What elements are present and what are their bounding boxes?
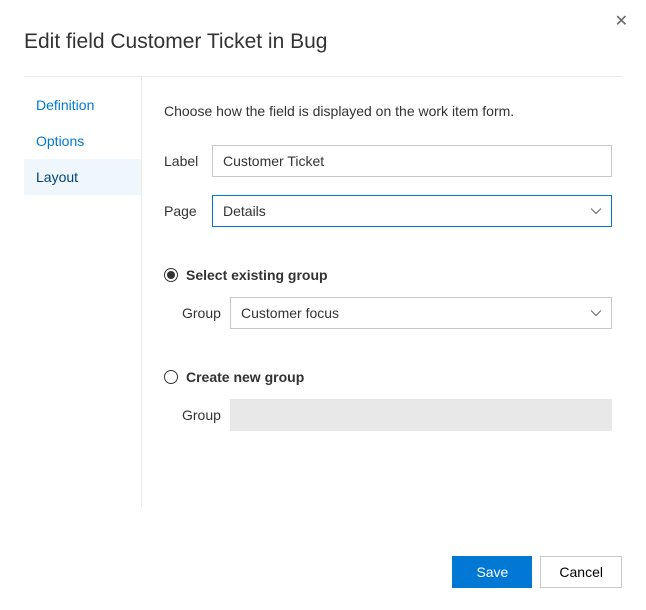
content-panel: Choose how the field is displayed on the… bbox=[142, 77, 622, 507]
radio-existing-label: Select existing group bbox=[186, 267, 328, 283]
description-text: Choose how the field is displayed on the… bbox=[164, 103, 612, 119]
page-field-label: Page bbox=[164, 203, 212, 219]
tab-layout[interactable]: Layout bbox=[24, 159, 141, 195]
page-select-value: Details bbox=[223, 203, 266, 219]
tab-options[interactable]: Options bbox=[24, 123, 141, 159]
label-field-label: Label bbox=[164, 153, 212, 169]
radio-icon bbox=[164, 268, 178, 282]
radio-icon bbox=[164, 370, 178, 384]
group-select-value: Customer focus bbox=[241, 305, 339, 321]
radio-select-existing[interactable]: Select existing group bbox=[164, 267, 612, 283]
label-input[interactable] bbox=[212, 145, 612, 177]
page-select[interactable]: Details bbox=[212, 195, 612, 227]
group-new-input bbox=[230, 399, 612, 431]
group-select[interactable]: Customer focus bbox=[230, 297, 612, 329]
cancel-button[interactable]: Cancel bbox=[540, 556, 622, 588]
radio-new-label: Create new group bbox=[186, 369, 304, 385]
close-icon: ✕ bbox=[615, 13, 628, 30]
sidebar: Definition Options Layout bbox=[24, 77, 142, 507]
dialog-title: Edit field Customer Ticket in Bug bbox=[0, 0, 646, 76]
save-button[interactable]: Save bbox=[452, 556, 532, 588]
group-existing-label: Group bbox=[182, 305, 230, 321]
radio-create-new[interactable]: Create new group bbox=[164, 369, 612, 385]
dialog-footer: Save Cancel bbox=[452, 556, 622, 588]
close-button[interactable]: ✕ bbox=[611, 10, 632, 34]
group-new-label: Group bbox=[182, 407, 230, 423]
tab-definition[interactable]: Definition bbox=[24, 87, 141, 123]
